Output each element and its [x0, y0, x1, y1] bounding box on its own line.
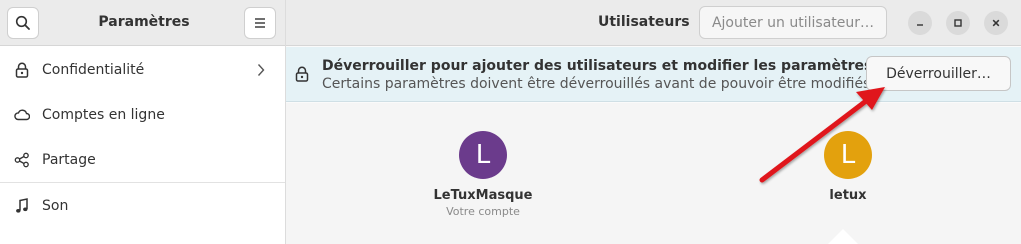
share-icon [14, 152, 30, 168]
chevron-right-icon [257, 64, 265, 76]
minimize-button[interactable] [908, 11, 932, 35]
user-name: LeTuxMasque [433, 188, 533, 203]
search-icon [15, 15, 30, 30]
unlock-info-bar: Déverrouiller pour ajouter des utilisate… [286, 47, 1021, 102]
close-button[interactable] [984, 11, 1008, 35]
user-card-letuxmasque[interactable]: L LeTuxMasque Votre compte [393, 131, 573, 218]
user-name: letux [829, 188, 867, 203]
sidebar-item-label: Comptes en ligne [42, 106, 165, 123]
minimize-icon [917, 24, 923, 26]
maximize-button[interactable] [946, 11, 970, 35]
sidebar-item-sound[interactable]: Son [0, 183, 285, 229]
user-card-letux[interactable]: L letux [758, 131, 938, 203]
sidebar-item-label: Son [42, 198, 69, 214]
sidebar-item-online-accounts[interactable]: Comptes en ligne [0, 92, 285, 137]
header-bar: Utilisateurs Ajouter un utilisateur… [286, 0, 1021, 46]
cloud-icon [14, 107, 30, 123]
info-bar-subtitle: Certains paramètres doivent être déverro… [322, 76, 875, 92]
hamburger-menu-icon [255, 18, 265, 28]
avatar: L [459, 131, 507, 179]
sidebar-header: Paramètres [0, 0, 285, 46]
lock-icon [295, 66, 309, 82]
sidebar-item-label: Partage [42, 151, 96, 168]
music-note-icon [14, 198, 30, 214]
selected-user-indicator [828, 229, 858, 244]
sidebar-item-label: Confidentialité [42, 61, 145, 78]
close-icon [992, 19, 1000, 27]
users-carousel: L LeTuxMasque Votre compte L letux [286, 103, 1021, 244]
search-button[interactable] [7, 7, 39, 39]
page-title: Utilisateurs [598, 14, 690, 30]
sidebar-title: Paramètres [98, 14, 190, 30]
main-menu-button[interactable] [244, 7, 276, 39]
user-subtitle: Votre compte [446, 205, 520, 218]
sidebar-pane: Paramètres Confidentialité Comptes en li… [0, 0, 286, 244]
info-bar-title: Déverrouiller pour ajouter des utilisate… [322, 58, 873, 74]
lock-icon [14, 62, 30, 78]
add-user-button[interactable]: Ajouter un utilisateur… [699, 6, 887, 39]
unlock-button[interactable]: Déverrouiller… [866, 56, 1011, 91]
sidebar-item-privacy[interactable]: Confidentialité [0, 47, 285, 92]
sidebar-list: Confidentialité Comptes en ligne Partage… [0, 47, 285, 229]
avatar: L [824, 131, 872, 179]
sidebar-item-sharing[interactable]: Partage [0, 137, 285, 182]
maximize-icon [954, 19, 962, 27]
